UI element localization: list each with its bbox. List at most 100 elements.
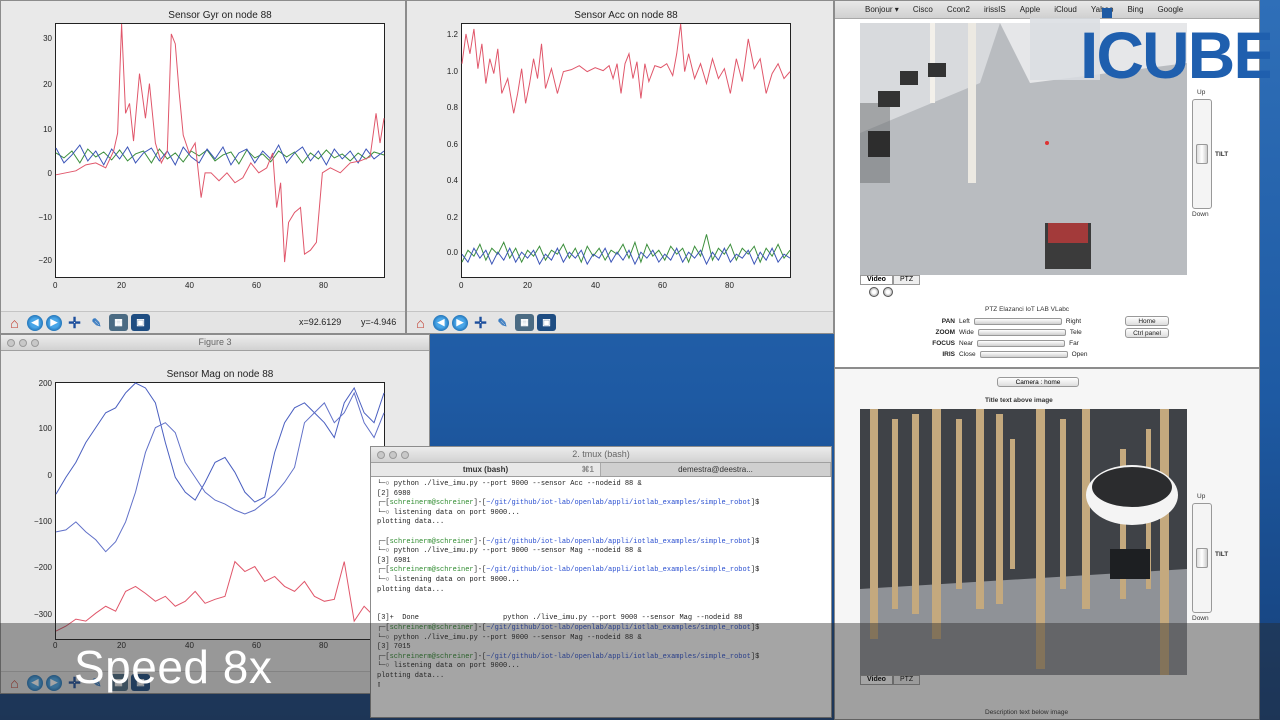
camera-1-tab-video[interactable]: Video <box>860 275 893 285</box>
iris-slider[interactable] <box>979 350 1068 358</box>
terminal-line: [2] 6980 <box>377 489 411 498</box>
play-button-icon[interactable] <box>869 287 879 297</box>
mag-ytick: −300 <box>33 610 52 619</box>
mag-axes <box>55 382 385 640</box>
bookmark-item[interactable]: Ccon2 <box>947 5 970 14</box>
gyr-xtick: 20 <box>117 281 126 290</box>
window-traffic-lights <box>7 339 39 347</box>
acc-ytick: 0.8 <box>446 103 458 112</box>
ptz-right-label: Right <box>1065 317 1082 325</box>
terminal-line: plotting data... <box>377 518 445 527</box>
speed-label: Speed 8x <box>74 641 273 693</box>
zoom-icon[interactable]: ✎ <box>87 314 106 331</box>
minimize-window-icon[interactable] <box>389 451 397 459</box>
terminal-titlebar[interactable]: 2. tmux (bash) <box>371 447 831 463</box>
prompt-user: schreinerm@schreiner <box>389 566 474 575</box>
tilt-up-label: Up <box>1197 493 1206 500</box>
prompt-user: schreinerm@schreiner <box>389 537 474 546</box>
mag-plot-title: Sensor Mag on node 88 <box>166 369 274 380</box>
gyr-xtick: 60 <box>252 281 261 290</box>
gyr-xtick: 80 <box>319 281 328 290</box>
bookmark-item[interactable]: Bonjour ▾ <box>865 5 899 14</box>
tilt-label: TILT <box>1215 551 1229 558</box>
forward-arrow-icon[interactable]: ▶ <box>46 314 62 331</box>
zoom-window-icon[interactable] <box>401 451 409 459</box>
home-icon[interactable]: ⌂ <box>411 314 430 331</box>
acc-plot-title: Sensor Acc on node 88 <box>574 10 678 21</box>
mag-ytick: −200 <box>33 563 52 572</box>
terminal-line: plotting data... <box>377 585 445 594</box>
gyr-plot-window: Sensor Gyr on node 88 30 20 10 0 −10 −20… <box>0 0 406 334</box>
save-disk-icon[interactable]: ▣ <box>131 314 150 331</box>
camera-select-dropdown[interactable]: Camera : home <box>997 377 1079 387</box>
ptz-panel-title: PTZ Elazanci IoT LAB VLabc <box>985 306 1070 313</box>
tilt-slider-2[interactable] <box>1192 503 1212 613</box>
ctrl-panel-button[interactable]: Ctrl panel <box>1125 328 1169 338</box>
back-arrow-icon[interactable]: ◀ <box>27 314 43 331</box>
configure-icon[interactable]: ▦ <box>109 314 128 331</box>
bookmark-item[interactable]: Cisco <box>913 5 933 14</box>
configure-icon[interactable]: ▦ <box>515 314 534 331</box>
mag-ytick: −100 <box>33 517 52 526</box>
focus-slider[interactable] <box>977 339 1066 347</box>
ptz-right-label: Open <box>1071 350 1088 358</box>
ptz-row-focus: FOCUS Near Far <box>927 338 1079 348</box>
gyr-ytick: −10 <box>38 213 52 222</box>
zoom-icon[interactable]: ✎ <box>493 314 512 331</box>
window-traffic-lights <box>377 451 409 459</box>
acc-xtick: 80 <box>725 281 734 290</box>
acc-xtick: 0 <box>459 281 464 290</box>
gyr-series-blue <box>55 143 385 166</box>
home-icon[interactable]: ⌂ <box>5 314 24 331</box>
ptz-left-label: Wide <box>959 328 974 336</box>
terminal-line: └─○ listening data on port 9000... <box>377 575 520 584</box>
mag-window-titlebar[interactable]: Figure 3 <box>1 335 429 351</box>
stop-button-icon[interactable] <box>883 287 893 297</box>
terminal-line: [3] 6981 <box>377 556 411 565</box>
acc-ytick: 1.2 <box>446 30 458 39</box>
tab-shortcut: ⌘1 <box>581 465 594 474</box>
cursor-x-readout: x=92.6129 <box>299 317 342 327</box>
camera-1-tab-ptz[interactable]: PTZ <box>892 275 921 285</box>
ptz-row-pan: PAN Left Right <box>927 316 1081 326</box>
gyr-toolbar: ⌂ ◀ ▶ ✛ ✎ ▦ ▣ <box>1 311 405 333</box>
pan-cross-icon[interactable]: ✛ <box>471 314 490 332</box>
ptz-left-label: Near <box>959 339 974 347</box>
tilt-up-label: Up <box>1197 89 1206 96</box>
terminal-window-title: 2. tmux (bash) <box>572 449 630 459</box>
minimize-window-icon[interactable] <box>19 339 27 347</box>
save-disk-icon[interactable]: ▣ <box>537 314 556 331</box>
acc-ytick: 0.2 <box>446 213 458 222</box>
tilt-down-label: Down <box>1192 211 1209 218</box>
mag-chart <box>55 382 385 632</box>
icube-logo: ICUBE <box>1030 8 1270 86</box>
tilt-label: TILT <box>1215 151 1229 158</box>
mag-ytick: 200 <box>38 379 52 388</box>
tilt-slider[interactable] <box>1192 99 1212 209</box>
ptz-right-label: Tele <box>1069 328 1082 336</box>
ptz-row-label: IRIS <box>942 350 955 358</box>
acc-series-red <box>461 23 791 114</box>
terminal-tab-label: tmux (bash) <box>462 465 509 474</box>
home-button[interactable]: Home <box>1125 316 1169 326</box>
close-window-icon[interactable] <box>7 339 15 347</box>
terminal-tab-ssh[interactable]: demestra@deestra... <box>601 463 831 476</box>
terminal-tab-tmux[interactable]: tmux (bash) ⌘1 <box>371 463 601 476</box>
prompt-path: ~/git/github/iot-lab/openlab/appli/iotla… <box>486 499 751 508</box>
zoom-slider[interactable] <box>977 328 1066 336</box>
pan-cross-icon[interactable]: ✛ <box>65 314 84 332</box>
prompt-path: ~/git/github/iot-lab/openlab/appli/iotla… <box>486 537 751 546</box>
camera-2-title: Title text above image <box>985 397 1053 404</box>
tilt-slider-knob[interactable] <box>1196 144 1208 164</box>
ptz-control-panel: PTZ Elazanci IoT LAB VLabc PAN Left Righ… <box>835 301 1259 367</box>
bookmark-item[interactable]: irissIS <box>984 5 1006 14</box>
tilt-slider-knob[interactable] <box>1196 548 1208 568</box>
back-arrow-icon[interactable]: ◀ <box>433 314 449 331</box>
zoom-window-icon[interactable] <box>31 339 39 347</box>
forward-arrow-icon[interactable]: ▶ <box>452 314 468 331</box>
icube-logo-text: ICUBE <box>1080 18 1270 86</box>
pan-slider[interactable] <box>973 317 1062 325</box>
close-window-icon[interactable] <box>377 451 385 459</box>
mag-ytick: 100 <box>38 424 52 433</box>
acc-xtick: 40 <box>591 281 600 290</box>
